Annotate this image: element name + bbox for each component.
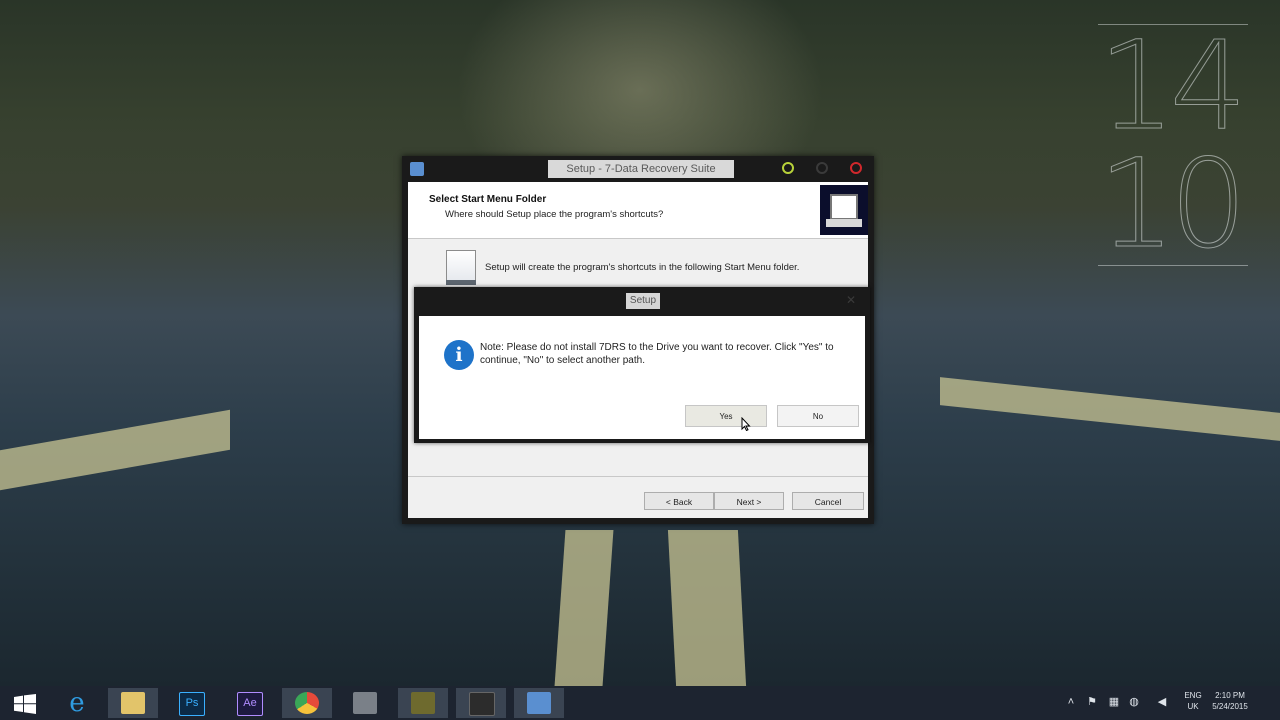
- taskbar-file-explorer[interactable]: [108, 688, 158, 718]
- game-icon: [411, 692, 435, 714]
- dialog-body: i Note: Please do not install 7DRS to th…: [419, 316, 865, 439]
- page-title: Select Start Menu Folder: [429, 194, 547, 205]
- footer-divider: [408, 476, 868, 477]
- start-button[interactable]: [0, 688, 50, 718]
- language-indicator[interactable]: ENG UK: [1182, 690, 1204, 712]
- start-menu-folder-icon: [446, 250, 476, 285]
- close-button[interactable]: [850, 162, 862, 174]
- keyboard-shape: [826, 219, 862, 227]
- volume-icon[interactable]: ◀: [1154, 694, 1170, 710]
- back-button[interactable]: < Back: [644, 492, 714, 510]
- yes-button[interactable]: Yes: [685, 405, 767, 427]
- monitor-shape: [830, 194, 858, 220]
- road-arrow-left: [0, 409, 230, 491]
- taskbar-after-effects[interactable]: Ae: [224, 688, 274, 718]
- taskbar-clock[interactable]: 2:10 PM 5/24/2015: [1208, 690, 1252, 712]
- taskbar: e Ps Ae ˄ ⚑ ▦ ◍ ◀ ENG UK 2:10 PM 5/24/20…: [0, 686, 1280, 720]
- sync-icon[interactable]: ◍: [1126, 694, 1142, 710]
- setup-icon: [527, 692, 551, 714]
- chrome-icon: [295, 692, 319, 714]
- region-code: UK: [1187, 702, 1199, 711]
- media-icon: [353, 692, 377, 714]
- taskbar-photoshop[interactable]: Ps: [166, 688, 216, 718]
- setup-app-icon: [410, 162, 424, 176]
- minimize-button[interactable]: [782, 162, 794, 174]
- info-icon: i: [444, 340, 474, 370]
- cancel-button[interactable]: Cancel: [792, 492, 864, 510]
- clock-hours: 14: [1098, 15, 1248, 157]
- flag-icon[interactable]: ⚑: [1084, 694, 1100, 710]
- no-button[interactable]: No: [777, 405, 859, 427]
- mouse-cursor-icon: [741, 417, 751, 431]
- dialog-message: Note: Please do not install 7DRS to the …: [480, 342, 834, 366]
- app-icon: [469, 692, 495, 716]
- road-center-line: [554, 530, 614, 686]
- clock-time: 2:10 PM: [1215, 691, 1245, 700]
- photoshop-icon: Ps: [179, 692, 205, 716]
- desktop-clock-gadget: 14 10: [1098, 22, 1248, 268]
- next-button[interactable]: Next >: [714, 492, 784, 510]
- folder-icon: [121, 692, 145, 714]
- after-effects-icon: Ae: [237, 692, 263, 716]
- instruction-text: Setup will create the program's shortcut…: [485, 262, 800, 273]
- taskbar-ie[interactable]: e: [52, 688, 102, 718]
- dialog-title: Setup: [626, 293, 660, 309]
- show-hidden-icons-button[interactable]: ˄: [1064, 694, 1078, 710]
- clock-date: 5/24/2015: [1212, 702, 1248, 711]
- taskbar-media-app[interactable]: [340, 688, 390, 718]
- setup-header: Select Start Menu Folder Where should Se…: [408, 182, 868, 239]
- dialog-close-icon[interactable]: ✕: [844, 293, 858, 307]
- page-subtitle: Where should Setup place the program's s…: [445, 209, 664, 220]
- language-code: ENG: [1184, 691, 1202, 700]
- taskbar-game-app[interactable]: [398, 688, 448, 718]
- windows-logo-icon: [14, 694, 36, 714]
- road-center-line-2: [667, 530, 747, 686]
- setup-window-title: Setup - 7-Data Recovery Suite: [548, 160, 734, 178]
- network-icon[interactable]: ▦: [1106, 694, 1122, 710]
- taskbar-setup-app[interactable]: [514, 688, 564, 718]
- setup-titlebar[interactable]: Setup - 7-Data Recovery Suite: [402, 156, 874, 182]
- taskbar-chrome[interactable]: [282, 688, 332, 718]
- ie-icon: e: [69, 688, 85, 718]
- setup-message-dialog: Setup ✕ i Note: Please do not install 7D…: [414, 287, 870, 443]
- taskbar-app[interactable]: [456, 688, 506, 718]
- maximize-button[interactable]: [816, 162, 828, 174]
- clock-minutes: 10: [1098, 133, 1248, 275]
- setup-computer-icon: [820, 185, 868, 235]
- road-arrow-right: [940, 377, 1280, 441]
